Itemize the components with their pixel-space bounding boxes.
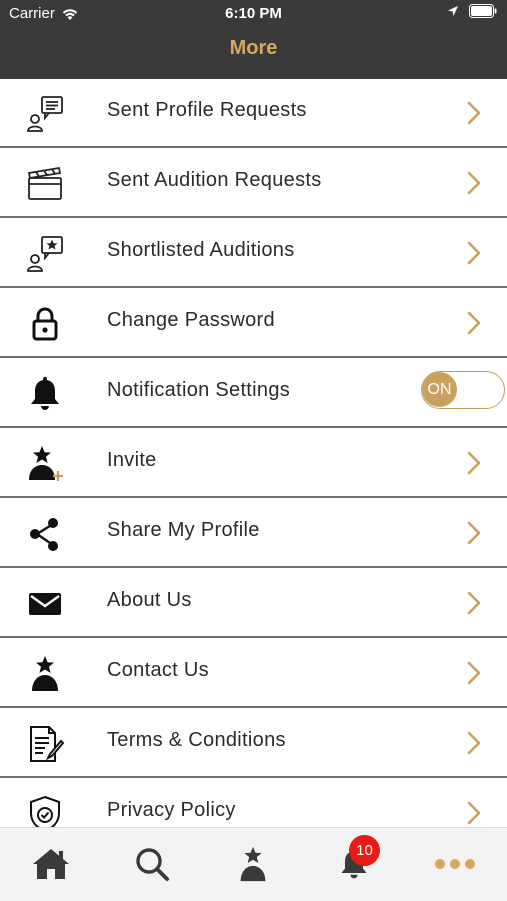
- menu-item-label: Contact Us: [107, 659, 209, 681]
- status-indicators: [447, 4, 497, 18]
- search-icon: [136, 848, 169, 881]
- profile-request-icon: [25, 94, 65, 134]
- chevron-right-icon: [467, 311, 481, 335]
- location-arrow-icon: [448, 6, 458, 16]
- toggle-knob: ON: [422, 372, 457, 407]
- menu-item-label: Sent Profile Requests: [107, 99, 307, 121]
- home-icon: [33, 849, 69, 879]
- star-person-icon: [240, 846, 266, 882]
- clapperboard-icon: [25, 164, 65, 204]
- tab-talent[interactable]: [231, 844, 275, 884]
- menu-item-about-us[interactable]: About Us: [0, 569, 507, 638]
- menu-item-sent-audition-requests[interactable]: Sent Audition Requests: [0, 149, 507, 218]
- navigation-bar: More: [0, 27, 507, 79]
- menu-item-label: Notification Settings: [107, 379, 291, 401]
- menu-item-contact-us[interactable]: Contact Us: [0, 639, 507, 708]
- menu-item-label: Share My Profile: [107, 519, 260, 541]
- page-title: More: [229, 37, 278, 59]
- envelope-icon: [25, 584, 65, 624]
- menu-item-shortlisted-auditions[interactable]: Shortlisted Auditions: [0, 219, 507, 288]
- menu-item-share-my-profile[interactable]: Share My Profile: [0, 499, 507, 568]
- chevron-right-icon: [467, 241, 481, 265]
- share-icon: [25, 514, 65, 554]
- star-person-icon: [25, 654, 65, 694]
- more-dots-icon: [435, 859, 475, 869]
- status-time: 6:10 PM: [225, 5, 282, 22]
- chevron-right-icon: [467, 731, 481, 755]
- more-menu-list: Sent Profile Requests Sent Audition Requ…: [0, 79, 507, 827]
- invite-user-icon: [25, 444, 65, 484]
- menu-item-label: Privacy Policy: [107, 799, 236, 821]
- chevron-right-icon: [467, 171, 481, 195]
- chevron-right-icon: [467, 451, 481, 475]
- chevron-right-icon: [467, 801, 481, 825]
- shortlist-star-icon: [25, 234, 65, 274]
- menu-item-sent-profile-requests[interactable]: Sent Profile Requests: [0, 79, 507, 148]
- menu-item-label: Terms & Conditions: [107, 729, 286, 751]
- menu-item-label: Sent Audition Requests: [107, 169, 322, 191]
- tab-home[interactable]: [29, 844, 73, 884]
- document-edit-icon: [25, 724, 65, 764]
- menu-item-label: Shortlisted Auditions: [107, 239, 295, 261]
- tab-bar: 10: [0, 827, 507, 901]
- notification-badge: 10: [349, 835, 380, 866]
- bell-icon: [25, 374, 65, 414]
- chevron-right-icon: [467, 661, 481, 685]
- menu-item-privacy-policy[interactable]: Privacy Policy: [0, 779, 507, 827]
- menu-item-invite[interactable]: Invite: [0, 429, 507, 498]
- tab-more[interactable]: [433, 844, 477, 884]
- tab-search[interactable]: [130, 844, 174, 884]
- menu-item-label: Change Password: [107, 309, 275, 331]
- chevron-right-icon: [467, 591, 481, 615]
- lock-icon: [25, 304, 65, 344]
- chevron-right-icon: [467, 521, 481, 545]
- status-bar: Carrier 6:10 PM: [0, 0, 507, 27]
- chevron-right-icon: [467, 101, 481, 125]
- menu-item-notification-settings[interactable]: Notification Settings ON: [0, 359, 507, 428]
- menu-item-terms-conditions[interactable]: Terms & Conditions: [0, 709, 507, 778]
- battery-icon: [469, 4, 497, 18]
- menu-item-label: About Us: [107, 589, 192, 611]
- menu-item-label: Invite: [107, 449, 157, 471]
- notification-toggle[interactable]: ON: [421, 371, 505, 409]
- shield-check-icon: [25, 794, 65, 827]
- menu-item-change-password[interactable]: Change Password: [0, 289, 507, 358]
